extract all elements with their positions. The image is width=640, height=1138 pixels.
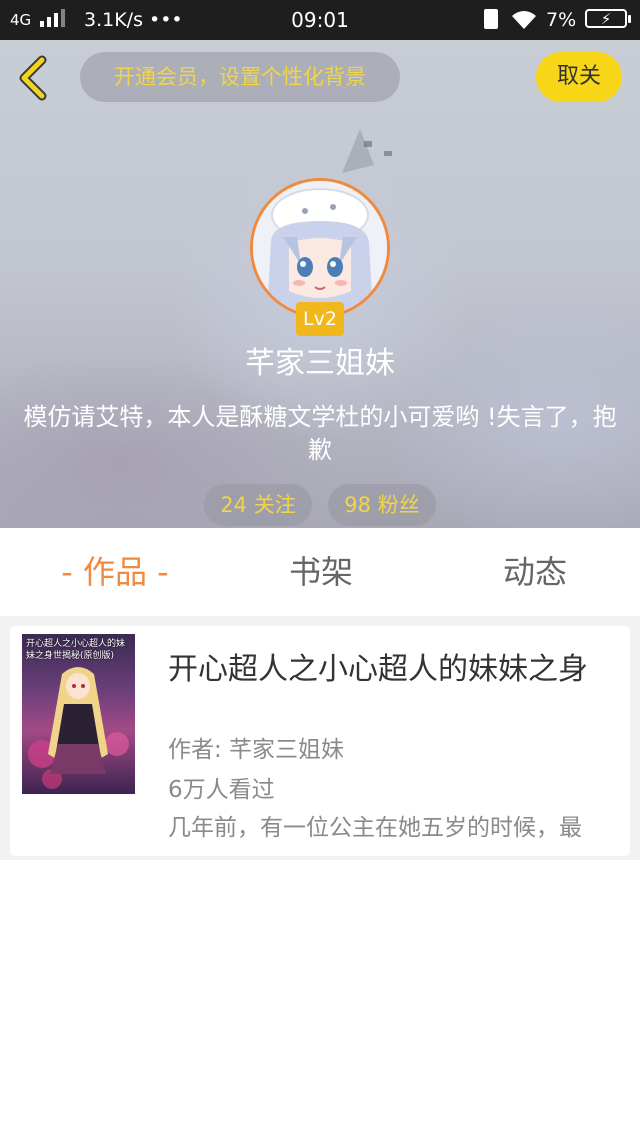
unfollow-button[interactable]: 取关 <box>536 52 622 102</box>
fans-count-button[interactable]: 98 粉丝 <box>328 484 436 526</box>
book-title[interactable]: 开心超人之小心超人的妹妹之身 <box>168 650 630 690</box>
chevron-left-icon <box>19 55 47 101</box>
following-count-button[interactable]: 24 关注 <box>204 484 312 526</box>
clock: 09:01 <box>291 8 349 32</box>
battery-percent: 7% <box>546 9 577 31</box>
profile-tabs: - 作品 - 书架 动态 <box>0 528 640 616</box>
book-views: 6万人看过 <box>168 777 275 803</box>
charging-icon: ⚡ <box>600 10 612 28</box>
tab-activity[interactable]: 动态 <box>440 528 630 616</box>
book-author: 作者: 芊家三姐妹 <box>168 737 345 763</box>
work-item[interactable]: 开心超人之小心超人的妹妹之身世揭秘(原创版) 开心超人之小心超人的妹妹之身 作者… <box>10 626 630 856</box>
decorative-shape <box>342 129 392 173</box>
avatar[interactable] <box>250 178 390 318</box>
profile-header: 开通会员，设置个性化背景 取关 Lv2 芊家三姐妹 模仿请艾特，本人是酥糖文学杜… <box>0 40 640 528</box>
wifi-icon <box>510 9 538 31</box>
user-bio: 模仿请艾特，本人是酥糖文学杜的小可爱哟 !失言了，抱歉 <box>23 403 617 464</box>
tab-bookshelf[interactable]: 书架 <box>226 528 416 616</box>
anime-girl-avatar-icon <box>253 181 387 315</box>
back-button[interactable] <box>14 54 54 102</box>
tab-works[interactable]: - 作品 - <box>20 528 210 616</box>
book-cover-title: 开心超人之小心超人的妹妹之身世揭秘(原创版) <box>26 639 126 661</box>
username: 芊家三姐妹 <box>245 346 395 381</box>
battery-icon: ⚡ <box>585 9 631 28</box>
level-badge: Lv2 <box>296 302 344 336</box>
sim-card-icon <box>484 9 498 29</box>
book-cover: 开心超人之小心超人的妹妹之身世揭秘(原创版) <box>22 634 135 794</box>
vip-background-prompt[interactable]: 开通会员，设置个性化背景 <box>80 52 400 102</box>
book-description: 几年前，有一位公主在她五岁的时候，最 <box>168 815 582 841</box>
status-bar: 4G 3.1K/s ••• 09:01 7% ⚡ <box>0 0 640 40</box>
